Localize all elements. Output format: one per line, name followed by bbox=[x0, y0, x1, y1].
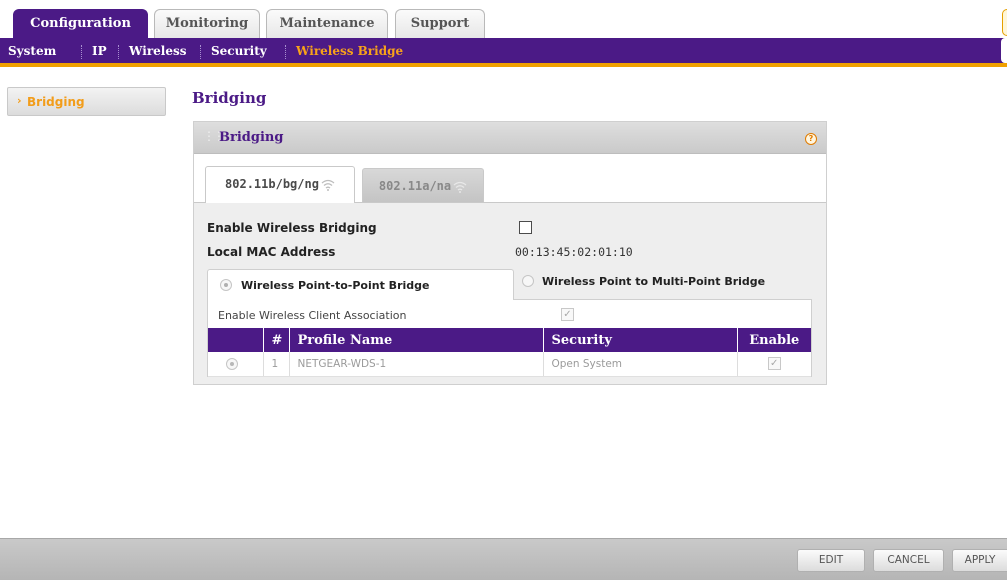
table-row[interactable]: 1 NETGEAR-WDS-1 Open System ✓ bbox=[208, 352, 811, 377]
table-header-row: # Profile Name Security Enable bbox=[208, 328, 811, 352]
panel-header: ⋮⋮ Bridging ? bbox=[194, 122, 826, 154]
tab-radio-ana[interactable]: 802.11a/na bbox=[362, 168, 484, 202]
logout-tab-edge[interactable] bbox=[1002, 9, 1007, 36]
chevron-right-icon: › bbox=[17, 94, 22, 107]
mode-tab-body: Enable Wireless Client Association ✓ # P… bbox=[207, 299, 812, 377]
sub-navigation-bar: System IP Wireless Security Wireless Bri… bbox=[0, 38, 1007, 67]
wifi-icon bbox=[453, 181, 467, 193]
multi-point-label: Wireless Point to Multi-Point Bridge bbox=[542, 275, 766, 288]
tab-monitoring[interactable]: Monitoring bbox=[154, 9, 260, 39]
wifi-icon bbox=[321, 179, 335, 191]
sidebar-item-bridging[interactable]: › Bridging bbox=[7, 87, 166, 116]
subnav-wireless[interactable]: Wireless bbox=[129, 38, 187, 65]
panel-title: Bridging bbox=[219, 130, 284, 145]
tab-radio-bgn[interactable]: 802.11b/bg/ng bbox=[205, 166, 355, 203]
row-enable-cell: ✓ bbox=[737, 352, 811, 377]
subnav-right-edge bbox=[1001, 38, 1007, 63]
edit-button[interactable]: EDIT bbox=[797, 549, 865, 572]
help-icon[interactable]: ? bbox=[805, 133, 817, 145]
footer-button-bar: EDIT CANCEL APPLY bbox=[0, 538, 1007, 580]
row-number-cell: 1 bbox=[263, 352, 290, 377]
subnav-separator bbox=[200, 45, 201, 59]
tab-support[interactable]: Support bbox=[395, 9, 485, 39]
radio-tab-label: 802.11a/na bbox=[378, 179, 452, 193]
page-title: Bridging bbox=[192, 89, 267, 107]
row-select-radio[interactable] bbox=[226, 357, 238, 370]
top-tab-bar: Configuration Monitoring Maintenance Sup… bbox=[0, 0, 1007, 39]
client-association-checkbox[interactable]: ✓ bbox=[561, 308, 574, 321]
mode-tab-point-to-point[interactable]: Wireless Point-to-Point Bridge bbox=[207, 269, 514, 300]
client-association-label: Enable Wireless Client Association bbox=[218, 309, 407, 322]
enable-bridging-label: Enable Wireless Bridging bbox=[207, 221, 377, 235]
column-header-number: # bbox=[263, 328, 290, 352]
radio-tab-label: 802.11b/bg/ng bbox=[225, 177, 319, 191]
subnav-security[interactable]: Security bbox=[211, 38, 267, 65]
bridging-panel: ⋮⋮ Bridging ? 802.11b/bg/ng 802.11a/na E… bbox=[193, 121, 827, 385]
profile-table: # Profile Name Security Enable 1 NETGEAR… bbox=[208, 328, 811, 377]
subnav-wireless-bridge[interactable]: Wireless Bridge bbox=[296, 38, 403, 65]
subnav-separator bbox=[81, 45, 82, 59]
column-header-enable: Enable bbox=[737, 328, 811, 352]
point-to-point-radio[interactable] bbox=[220, 279, 232, 291]
point-to-point-label: Wireless Point-to-Point Bridge bbox=[241, 279, 430, 292]
subnav-ip[interactable]: IP bbox=[92, 38, 107, 65]
column-header-select bbox=[208, 328, 264, 352]
column-header-profile-name: Profile Name bbox=[289, 328, 544, 352]
subnav-separator bbox=[285, 45, 286, 59]
apply-button[interactable]: APPLY bbox=[952, 549, 1007, 572]
tab-maintenance[interactable]: Maintenance bbox=[266, 9, 388, 39]
enable-bridging-checkbox[interactable] bbox=[519, 221, 532, 234]
row-profile-name-cell: NETGEAR-WDS-1 bbox=[289, 352, 544, 377]
radio-tab-body: Enable Wireless Bridging Local MAC Addre… bbox=[194, 202, 826, 384]
app-frame: Configuration Monitoring Maintenance Sup… bbox=[0, 0, 1007, 580]
subnav-system[interactable]: System bbox=[8, 38, 56, 65]
cancel-button[interactable]: CANCEL bbox=[873, 549, 944, 572]
multi-point-radio[interactable] bbox=[522, 275, 534, 287]
sidebar-item-label: Bridging bbox=[27, 95, 85, 109]
local-mac-value: 00:13:45:02:01:10 bbox=[515, 245, 633, 259]
row-security-cell: Open System bbox=[543, 352, 738, 377]
local-mac-label: Local MAC Address bbox=[207, 245, 336, 259]
subnav-separator bbox=[118, 45, 119, 59]
row-enable-checkbox[interactable]: ✓ bbox=[767, 357, 781, 371]
row-select-cell bbox=[208, 352, 264, 377]
column-header-security: Security bbox=[543, 328, 738, 352]
tab-configuration[interactable]: Configuration bbox=[13, 9, 148, 39]
mode-tab-multi-point[interactable]: Wireless Point to Multi-Point Bridge bbox=[514, 269, 784, 296]
